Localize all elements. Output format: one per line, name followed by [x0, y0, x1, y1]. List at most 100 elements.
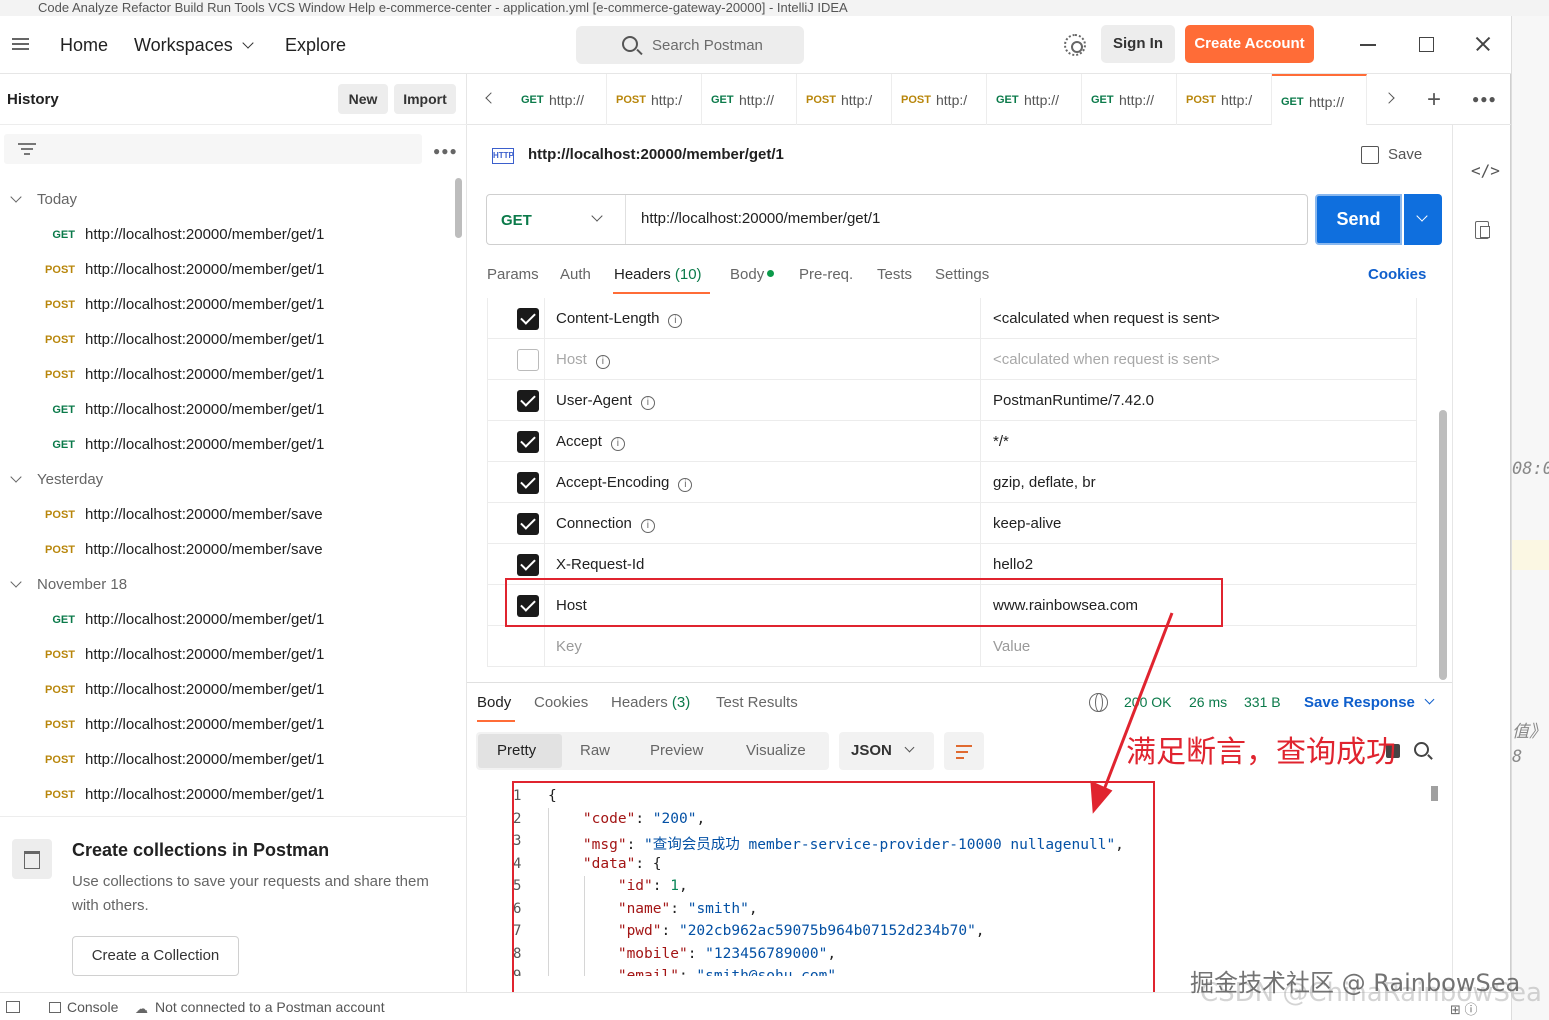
response-time[interactable]: 26 ms	[1189, 694, 1227, 710]
header-value[interactable]: */*	[993, 433, 1009, 450]
header-key-input[interactable]: Key	[556, 638, 582, 655]
layout-toggle-icon[interactable]	[6, 1001, 20, 1013]
header-value[interactable]: gzip, deflate, br	[993, 474, 1096, 491]
wrap-lines-icon[interactable]	[944, 732, 984, 770]
save-button[interactable]: Save	[1388, 146, 1422, 163]
search-icon[interactable]	[1414, 742, 1429, 757]
tab-body[interactable]: Body	[730, 266, 775, 283]
create-collection-button[interactable]: Create a Collection	[72, 936, 239, 976]
view-pretty[interactable]: Pretty	[497, 742, 536, 759]
history-item[interactable]: GET http://localhost:20000/member/get/1	[0, 603, 455, 638]
tab-headers[interactable]: Headers (10)	[614, 266, 702, 283]
tab-auth[interactable]: Auth	[560, 266, 591, 283]
sidebar-scrollbar[interactable]	[455, 178, 462, 238]
response-tab-cookies[interactable]: Cookies	[534, 694, 588, 711]
new-button[interactable]: New	[338, 84, 388, 114]
info-icon[interactable]: i	[640, 519, 655, 533]
send-button[interactable]: Send	[1315, 194, 1402, 245]
request-title[interactable]: http://localhost:20000/member/get/1	[528, 146, 784, 163]
header-value[interactable]: hello2	[993, 556, 1033, 573]
header-checkbox[interactable]	[517, 513, 539, 535]
history-filter-input[interactable]	[4, 134, 422, 164]
window-close-icon[interactable]	[1471, 32, 1495, 56]
console-button[interactable]: Console	[67, 999, 118, 1015]
history-item[interactable]: POST http://localhost:20000/member/get/1	[0, 673, 455, 708]
gear-icon[interactable]	[1064, 34, 1086, 56]
search-input[interactable]: Search Postman	[576, 26, 804, 64]
url-input[interactable]: http://localhost:20000/member/get/1	[641, 210, 880, 227]
header-checkbox[interactable]	[517, 554, 539, 576]
history-item[interactable]: POST http://localhost:20000/member/get/1	[0, 778, 455, 813]
response-tab-body[interactable]: Body	[477, 694, 511, 711]
view-visualize[interactable]: Visualize	[746, 742, 806, 759]
sign-in-button[interactable]: Sign In	[1101, 25, 1175, 63]
header-key[interactable]: Host i	[556, 351, 610, 369]
view-raw[interactable]: Raw	[580, 742, 610, 759]
header-key[interactable]: Accept i	[556, 433, 625, 451]
nav-workspaces[interactable]: Workspaces	[134, 35, 254, 56]
history-item[interactable]: POST http://localhost:20000/member/get/1	[0, 358, 455, 393]
menu-icon[interactable]	[12, 38, 29, 50]
nav-explore[interactable]: Explore	[285, 35, 346, 56]
import-button[interactable]: Import	[394, 84, 456, 114]
window-maximize-icon[interactable]	[1414, 32, 1438, 56]
header-key[interactable]: User-Agent i	[556, 392, 655, 410]
add-tab-icon[interactable]: +	[1427, 86, 1441, 114]
request-tab[interactable]: POST http:/	[797, 74, 892, 125]
format-select[interactable]: JSON	[839, 732, 934, 770]
header-value[interactable]: PostmanRuntime/7.42.0	[993, 392, 1154, 409]
response-tab-test-results[interactable]: Test Results	[716, 694, 798, 711]
tab-tests[interactable]: Tests	[877, 266, 912, 283]
info-icon[interactable]: i	[640, 396, 655, 410]
method-select[interactable]: GET	[487, 195, 626, 244]
send-options-button[interactable]	[1404, 194, 1442, 245]
history-group[interactable]: Today	[0, 183, 455, 218]
request-tab[interactable]: GET http://	[702, 74, 797, 125]
history-item[interactable]: POST http://localhost:20000/member/get/1	[0, 288, 455, 323]
request-tab[interactable]: GET http://	[1272, 74, 1367, 125]
header-checkbox[interactable]	[517, 308, 539, 330]
info-icon[interactable]: i	[668, 314, 683, 328]
header-checkbox[interactable]	[517, 349, 539, 371]
request-tab[interactable]: POST http:/	[892, 74, 987, 125]
info-icon[interactable]: i	[678, 478, 693, 492]
history-item[interactable]: POST http://localhost:20000/member/save	[0, 533, 455, 568]
history-item[interactable]: POST http://localhost:20000/member/get/1	[0, 323, 455, 358]
header-value[interactable]: <calculated when request is sent>	[993, 310, 1220, 327]
header-checkbox[interactable]	[517, 431, 539, 453]
response-size[interactable]: 331 B	[1244, 694, 1281, 710]
cookies-link[interactable]: Cookies	[1368, 266, 1426, 283]
tab-params[interactable]: Params	[487, 266, 539, 283]
chevron-left-icon[interactable]	[485, 92, 497, 104]
header-key[interactable]: Accept-Encoding i	[556, 474, 693, 492]
request-tab[interactable]: GET http://	[987, 74, 1082, 125]
nav-home[interactable]: Home	[60, 35, 108, 56]
request-tab[interactable]: POST http:/	[1177, 74, 1272, 125]
header-key[interactable]: Connection i	[556, 515, 655, 533]
history-group[interactable]: Yesterday	[0, 463, 455, 498]
header-key[interactable]: X-Request-Id	[556, 556, 644, 573]
info-icon[interactable]: i	[595, 355, 610, 369]
history-item[interactable]: GET http://localhost:20000/member/get/1	[0, 218, 455, 253]
view-preview[interactable]: Preview	[650, 742, 703, 759]
history-item[interactable]: POST http://localhost:20000/member/get/1	[0, 708, 455, 743]
history-group[interactable]: November 18	[0, 568, 455, 603]
response-tab-headers[interactable]: Headers (3)	[611, 694, 690, 711]
save-icon[interactable]	[1361, 146, 1379, 164]
save-response-button[interactable]: Save Response	[1304, 694, 1415, 711]
create-account-button[interactable]: Create Account	[1185, 25, 1314, 63]
tab-settings[interactable]: Settings	[935, 266, 989, 283]
header-checkbox[interactable]	[517, 390, 539, 412]
header-value[interactable]: <calculated when request is sent>	[993, 351, 1220, 368]
response-scrollbar[interactable]	[1431, 786, 1438, 801]
history-item[interactable]: POST http://localhost:20000/member/save	[0, 498, 455, 533]
chevron-right-icon[interactable]	[1383, 92, 1395, 104]
header-key[interactable]: Content-Length i	[556, 310, 683, 328]
tab-prerequest[interactable]: Pre-req.	[799, 266, 853, 283]
info-icon[interactable]: i	[610, 437, 625, 451]
request-tab[interactable]: GET http://	[1082, 74, 1177, 125]
documentation-icon[interactable]	[1475, 221, 1490, 239]
code-snippet-icon[interactable]: </>	[1471, 161, 1500, 180]
history-item[interactable]: POST http://localhost:20000/member/get/1	[0, 638, 455, 673]
more-tabs-icon[interactable]: ●●●	[1472, 92, 1497, 106]
